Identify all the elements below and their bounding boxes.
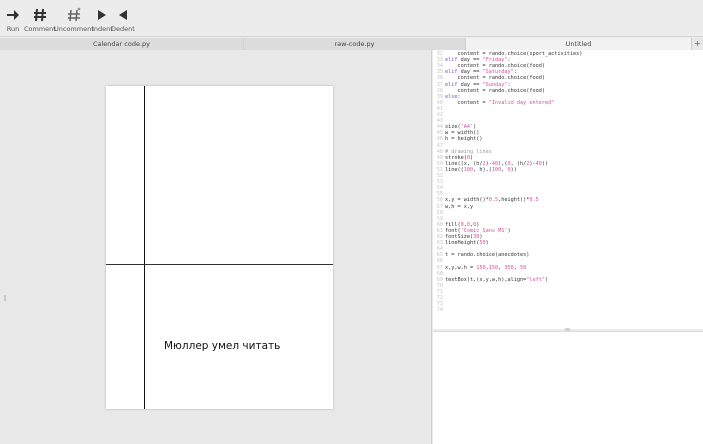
- code-text[interactable]: lineHeight(50): [445, 240, 489, 246]
- code-line[interactable]: 67 x,y,w,h = 150,150, 350, 50: [433, 264, 703, 271]
- hash-sparkle-icon: [66, 6, 82, 24]
- indent-button[interactable]: Indent: [92, 6, 113, 33]
- indent-label: Indent: [92, 25, 113, 33]
- code-line[interactable]: 53: [433, 179, 703, 185]
- code-line[interactable]: 69 textBox(t,(x,y,w,h),align="left"): [433, 277, 703, 283]
- comment-label: Comment: [24, 25, 56, 33]
- line-number: 46: [436, 136, 443, 143]
- tab-untitled[interactable]: Untitled: [466, 38, 692, 50]
- triangle-left-icon: [118, 6, 128, 24]
- code-line[interactable]: 72: [433, 295, 703, 301]
- vertical-line: [144, 86, 145, 409]
- output-console[interactable]: [433, 331, 703, 444]
- code-line[interactable]: 56 x,y = width()*0.5,height()*0.5: [433, 197, 703, 204]
- code-text[interactable]: elif day == "Sunday":: [445, 82, 511, 88]
- line-number: 47: [436, 142, 443, 149]
- code-line[interactable]: 66: [433, 258, 703, 265]
- uncomment-button[interactable]: Uncomment: [54, 6, 94, 33]
- pane-resize-handle[interactable]: [4, 295, 6, 301]
- comment-button[interactable]: Comment: [24, 6, 56, 33]
- run-label: Run: [6, 25, 20, 33]
- code-text[interactable]: textBox(t,(x,y,w,h),align="left"): [445, 277, 548, 283]
- code-line[interactable]: 58: [433, 210, 703, 216]
- code-text[interactable]: t = rando.choice(anecdotes): [445, 252, 529, 258]
- code-line[interactable]: 42: [433, 112, 703, 118]
- code-line[interactable]: 38 content = rando.choice(food): [433, 88, 703, 94]
- code-line[interactable]: 40 content = "Invalid day entered": [433, 100, 703, 106]
- code-line[interactable]: 46 h = height(): [433, 136, 703, 143]
- line-number: 36: [436, 75, 443, 82]
- dedent-button[interactable]: Dedent: [111, 6, 135, 33]
- code-editor[interactable]: 32 content = rando.choice(sport_activiti…: [433, 50, 703, 329]
- code-line[interactable]: 36 content = rando.choice(food): [433, 75, 703, 82]
- code-text[interactable]: h = height(): [445, 137, 482, 143]
- run-button[interactable]: Run: [6, 6, 20, 33]
- triangle-right-icon: [97, 6, 107, 24]
- canvas-page: Мюллер умел читать: [106, 86, 333, 409]
- code-text[interactable]: w,h = x,y: [445, 204, 473, 210]
- code-line[interactable]: 37 elif day == "Sunday":: [433, 81, 703, 88]
- code-line[interactable]: 57 w,h = x,y: [433, 203, 703, 210]
- code-line[interactable]: 41: [433, 106, 703, 112]
- tab-bar: Calendar code.py raw-code.py Untitled: [0, 38, 703, 50]
- code-line[interactable]: 51 line((100, h),(100, 0)): [433, 167, 703, 173]
- line-number: 56: [436, 197, 443, 204]
- hash-icon: [33, 6, 47, 24]
- code-line[interactable]: 74: [433, 307, 703, 314]
- line-number: 37: [436, 81, 443, 88]
- code-text[interactable]: x,y,w,h = 150,150, 350, 50: [445, 265, 526, 271]
- code-line[interactable]: 48 # drawing lines: [433, 149, 703, 155]
- dedent-label: Dedent: [111, 25, 135, 33]
- run-arrow-icon: [6, 6, 20, 24]
- code-line[interactable]: 71: [433, 289, 703, 295]
- toolbar: Run Comment Uncomment Indent Dedent: [0, 0, 703, 37]
- code-text[interactable]: line((100, h),(100, 0)): [445, 167, 517, 173]
- line-number: 66: [436, 258, 443, 265]
- code-line[interactable]: 52: [433, 173, 703, 179]
- line-number: 57: [436, 203, 443, 210]
- line-number: 74: [436, 307, 443, 314]
- code-text[interactable]: x,y = width()*0.5,height()*0.5: [445, 198, 539, 204]
- code-line[interactable]: 65 t = rando.choice(anecdotes): [433, 252, 703, 258]
- code-line[interactable]: 63 lineHeight(50): [433, 240, 703, 246]
- add-tab-button[interactable]: +: [692, 38, 703, 50]
- tab-raw-code[interactable]: raw-code.py: [244, 38, 466, 50]
- horizontal-line: [106, 264, 333, 265]
- canvas-textbox: Мюллер умел читать: [164, 340, 281, 352]
- tab-calendar-code[interactable]: Calendar code.py: [0, 38, 244, 50]
- code-line[interactable]: 73: [433, 301, 703, 307]
- line-number: 67: [436, 264, 443, 271]
- code-text[interactable]: content = "Invalid day entered": [445, 100, 554, 106]
- code-line[interactable]: 70: [433, 283, 703, 289]
- uncomment-label: Uncomment: [54, 25, 94, 33]
- code-line[interactable]: 54: [433, 185, 703, 191]
